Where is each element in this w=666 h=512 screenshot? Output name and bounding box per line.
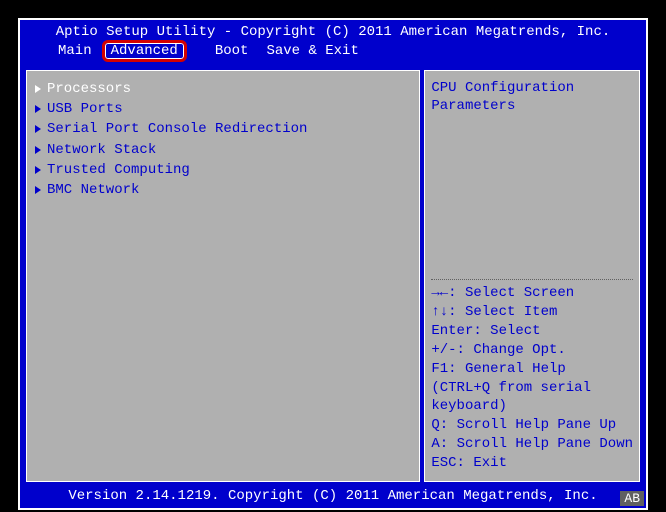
submenu-arrow-icon bbox=[35, 186, 41, 194]
ab-badge: AB bbox=[620, 491, 644, 506]
help-line: Parameters bbox=[431, 97, 633, 115]
submenu-arrow-icon bbox=[35, 125, 41, 133]
tab-advanced[interactable]: Advanced bbox=[102, 40, 187, 62]
hint-select-item: ↑↓: Select Item bbox=[431, 303, 633, 322]
help-panel: CPU Configuration Parameters →←: Select … bbox=[424, 70, 640, 482]
hint-general-help: F1: General Help bbox=[431, 360, 633, 379]
menu-serial-port[interactable]: Serial Port Console Redirection bbox=[33, 119, 413, 139]
tab-main[interactable]: Main bbox=[50, 42, 100, 60]
menu-item-label: Trusted Computing bbox=[47, 161, 190, 179]
menu-usb-ports[interactable]: USB Ports bbox=[33, 99, 413, 119]
menu-processors[interactable]: Processors bbox=[33, 79, 413, 99]
hint-enter: Enter: Select bbox=[431, 322, 633, 341]
menu-network-stack[interactable]: Network Stack bbox=[33, 140, 413, 160]
menu-panel: Processors USB Ports Serial Port Console… bbox=[26, 70, 420, 482]
bios-window: Aptio Setup Utility - Copyright (C) 2011… bbox=[18, 18, 648, 510]
key-hints: →←: Select Screen ↑↓: Select Item Enter:… bbox=[431, 279, 633, 473]
help-text: CPU Configuration Parameters bbox=[431, 79, 633, 115]
menu-item-label: Serial Port Console Redirection bbox=[47, 120, 307, 138]
submenu-arrow-icon bbox=[35, 166, 41, 174]
footer-version: Version 2.14.1219. Copyright (C) 2011 Am… bbox=[20, 488, 646, 504]
menu-item-label: Processors bbox=[47, 80, 131, 98]
hint-change-opt: +/-: Change Opt. bbox=[431, 341, 633, 360]
menu-trusted-computing[interactable]: Trusted Computing bbox=[33, 160, 413, 180]
menu-bmc-network[interactable]: BMC Network bbox=[33, 180, 413, 200]
hint-select-screen: →←: Select Screen bbox=[431, 284, 633, 303]
tab-boot[interactable]: Boot bbox=[207, 42, 257, 60]
menu-item-label: BMC Network bbox=[47, 181, 139, 199]
submenu-arrow-icon bbox=[35, 146, 41, 154]
content-area: Processors USB Ports Serial Port Console… bbox=[26, 70, 640, 482]
header-title: Aptio Setup Utility - Copyright (C) 2011… bbox=[20, 20, 646, 40]
tab-save-exit[interactable]: Save & Exit bbox=[258, 42, 366, 60]
tab-bar: Main Advanced Boot Save & Exit bbox=[20, 40, 646, 64]
hint-exit: ESC: Exit bbox=[431, 454, 633, 473]
submenu-arrow-icon bbox=[35, 85, 41, 93]
spacer bbox=[431, 115, 633, 275]
hint-ctrl-q: (CTRL+Q from serial keyboard) bbox=[431, 379, 633, 417]
submenu-arrow-icon bbox=[35, 105, 41, 113]
tab-hidden[interactable] bbox=[189, 42, 205, 60]
hint-scroll-up: Q: Scroll Help Pane Up bbox=[431, 416, 633, 435]
help-line: CPU Configuration bbox=[431, 79, 633, 97]
hint-scroll-down: A: Scroll Help Pane Down bbox=[431, 435, 633, 454]
menu-item-label: Network Stack bbox=[47, 141, 156, 159]
menu-item-label: USB Ports bbox=[47, 100, 123, 118]
